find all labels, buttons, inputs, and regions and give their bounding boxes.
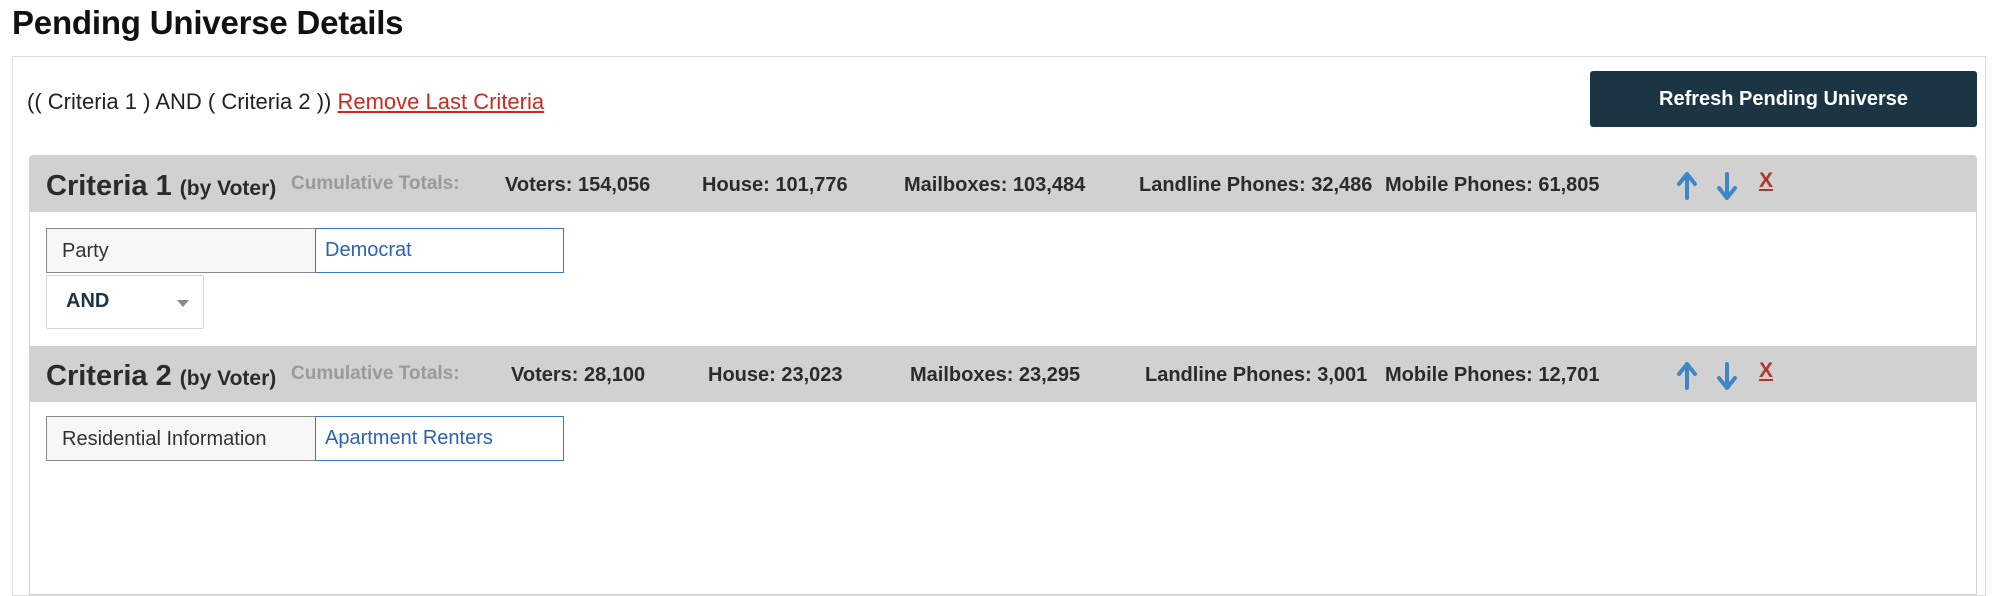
delete-criteria-button[interactable]: X [1759,169,1773,193]
mobile-phones-count: Mobile Phones: 61,805 [1385,174,1600,196]
arrow-up-icon[interactable] [1676,171,1698,201]
refresh-pending-universe-button[interactable]: Refresh Pending Universe [1590,71,1977,127]
criteria-field-label: Residential Information [46,416,316,461]
criteria-title: Criteria 1 (by Voter) [46,170,276,203]
criteria-title: Criteria 2 (by Voter) [46,360,276,393]
house-count: House: 101,776 [702,174,848,196]
cumulative-totals-label: Cumulative Totals: [291,363,460,384]
mailboxes-count: Mailboxes: 103,484 [904,174,1086,196]
landline-phones-count: Landline Phones: 3,001 [1145,364,1368,386]
criteria-header: Criteria 2 (by Voter) Cumulative Totals:… [30,346,1976,402]
landline-phones-count: Landline Phones: 32,486 [1139,174,1373,196]
arrow-down-icon[interactable] [1716,361,1738,391]
join-operator-value: AND [66,290,110,312]
criteria-field-label: Party [46,228,316,273]
chevron-down-icon [177,300,189,307]
criteria-type: (by Voter) [179,177,277,200]
cumulative-totals-label: Cumulative Totals: [291,173,460,194]
voters-count: Voters: 28,100 [511,364,646,386]
mailboxes-count: Mailboxes: 23,295 [910,364,1081,386]
criteria-type: (by Voter) [179,367,277,390]
delete-criteria-button[interactable]: X [1759,359,1773,383]
criteria-formula: (( Criteria 1 ) AND ( Criteria 2 )) Remo… [27,89,544,115]
criteria-title-text: Criteria 2 [46,360,172,392]
voters-count: Voters: 154,056 [505,174,651,196]
join-operator-select[interactable]: AND [46,275,204,329]
page-title: Pending Universe Details [12,4,404,41]
criteria-formula-text: (( Criteria 1 ) AND ( Criteria 2 )) [27,89,332,114]
criteria-field-value[interactable]: Apartment Renters [315,416,564,461]
criteria-header: Criteria 1 (by Voter) Cumulative Totals:… [30,156,1976,212]
arrow-up-icon[interactable] [1676,361,1698,391]
house-count: House: 23,023 [708,364,843,386]
arrow-down-icon[interactable] [1716,171,1738,201]
criteria-field-value[interactable]: Democrat [315,228,564,273]
remove-last-criteria-link[interactable]: Remove Last Criteria [337,89,544,114]
criteria-title-text: Criteria 1 [46,170,172,202]
mobile-phones-count: Mobile Phones: 12,701 [1385,364,1600,386]
